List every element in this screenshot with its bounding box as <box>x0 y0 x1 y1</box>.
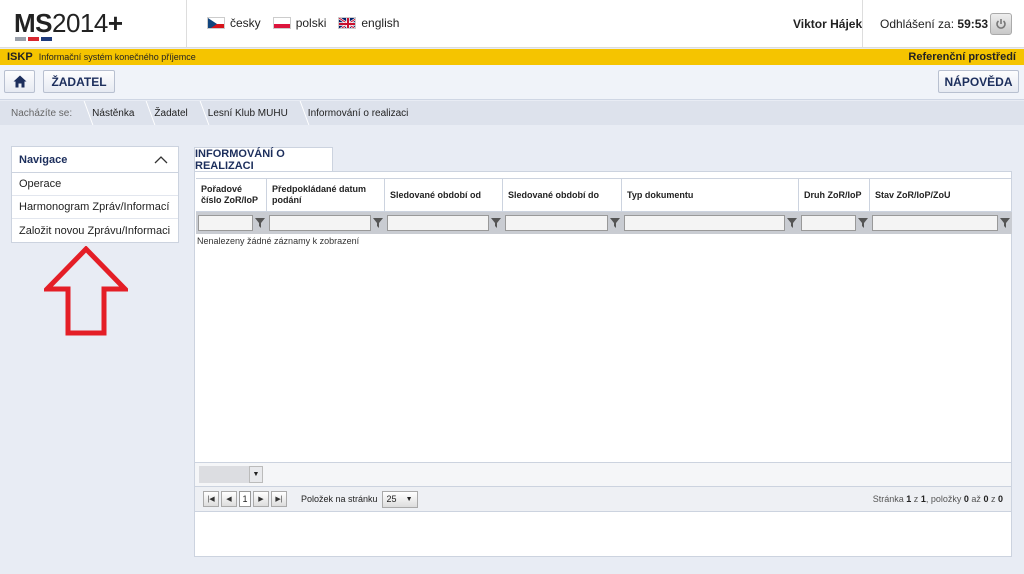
nav-item-harmonogram[interactable]: Harmonogram Zpráv/Informací <box>12 196 178 219</box>
filter-cell <box>385 215 503 231</box>
prev-page-button[interactable]: ◀ <box>221 491 237 507</box>
column-header[interactable]: Sledované období od <box>385 179 503 211</box>
filter-input[interactable] <box>269 215 371 231</box>
table-header: Pořadové číslo ZoR/IoP Předpokládané dat… <box>196 178 1012 212</box>
per-page-label: Položek na stránku <box>301 494 378 504</box>
top-header: MS2014+ česky polski english Viktor Háje… <box>0 0 1024 48</box>
flag-pl-icon <box>272 17 291 29</box>
lang-polish[interactable]: polski <box>272 16 326 30</box>
power-icon <box>996 19 1006 29</box>
header-divider <box>186 0 187 48</box>
column-header[interactable]: Stav ZoR/IoP/ZoU <box>870 179 1012 211</box>
navigation-panel: Navigace Operace Harmonogram Zpráv/Infor… <box>11 146 179 243</box>
first-page-button[interactable]: |◀ <box>203 491 219 507</box>
column-header[interactable]: Předpokládané datum podání <box>267 179 385 211</box>
pagination-bar: |◀ ◀ 1 ▶ ▶| Položek na stránku 25 ▼ Strá… <box>195 486 1011 512</box>
lang-czech[interactable]: česky <box>207 16 261 30</box>
nav-item-zalozit-zpravu[interactable]: Založit novou Zprávu/Informaci <box>12 219 178 242</box>
per-page-select[interactable]: 25 ▼ <box>381 490 418 508</box>
filter-icon[interactable] <box>610 218 620 228</box>
filter-icon[interactable] <box>373 218 383 228</box>
nav-item-operace[interactable]: Operace <box>12 173 178 196</box>
breadcrumb-item[interactable]: Žadatel <box>144 101 197 125</box>
main-toolbar: ŽADATEL NÁPOVĚDA <box>0 65 1024 100</box>
breadcrumb-current: Informování o realizaci <box>298 101 419 125</box>
lang-english[interactable]: english <box>338 16 399 30</box>
column-header[interactable]: Pořadové číslo ZoR/IoP <box>196 179 267 211</box>
filter-input[interactable] <box>872 215 998 231</box>
home-icon <box>13 75 26 88</box>
filter-icon[interactable] <box>1000 218 1010 228</box>
page-number[interactable]: 1 <box>239 491 251 507</box>
per-page-value: 25 <box>386 494 397 504</box>
system-bar: ISKP Informační systém konečného příjemc… <box>0 49 1024 65</box>
filter-cell <box>267 215 385 231</box>
next-page-icon: ▶ <box>258 496 264 503</box>
pagination-info: Stránka 1 z 1, položky 0 až 0 z 0 <box>872 494 1003 504</box>
red-arrow-up-icon <box>44 246 128 336</box>
logout-button[interactable] <box>990 13 1012 35</box>
column-header[interactable]: Sledované období do <box>503 179 622 211</box>
help-button[interactable]: NÁPOVĚDA <box>938 70 1019 93</box>
empty-message: Nenalezeny žádné záznamy k zobrazení <box>197 236 360 246</box>
zadatel-button[interactable]: ŽADATEL <box>43 70 115 93</box>
navigation-header[interactable]: Navigace <box>12 147 178 173</box>
breadcrumb-label: Nacházíte se: <box>11 107 73 119</box>
filter-cell <box>799 215 870 231</box>
system-code: ISKP <box>7 51 33 63</box>
logout-timer: Odhlášení za: 59:53 <box>880 17 989 31</box>
logo-color-bars <box>15 37 52 41</box>
chevron-up-icon <box>154 155 168 163</box>
records-table: Pořadové číslo ZoR/IoP Předpokládané dat… <box>196 178 1012 248</box>
column-select-field <box>199 466 249 483</box>
last-page-icon: ▶| <box>275 496 283 503</box>
filter-input[interactable] <box>198 215 253 231</box>
filter-row <box>196 212 1012 234</box>
column-header[interactable]: Druh ZoR/IoP <box>799 179 870 211</box>
filter-icon[interactable] <box>491 218 501 228</box>
filter-icon[interactable] <box>255 218 265 228</box>
navigation-title: Navigace <box>19 153 68 166</box>
dropdown-arrow-icon: ▼ <box>249 466 263 483</box>
next-page-button[interactable]: ▶ <box>253 491 269 507</box>
filter-input[interactable] <box>387 215 489 231</box>
flag-uk-icon <box>338 17 357 29</box>
filter-cell <box>622 215 799 231</box>
home-button[interactable] <box>4 70 35 93</box>
filter-icon[interactable] <box>858 218 868 228</box>
filter-cell <box>870 215 1012 231</box>
breadcrumb-item[interactable]: Nástěnka <box>82 101 144 125</box>
environment-label: Referenční prostředí <box>908 51 1016 63</box>
flag-cz-icon <box>207 17 225 29</box>
filter-cell <box>196 215 267 231</box>
grouping-bar: ▼ <box>195 462 1011 486</box>
records-panel: Pořadové číslo ZoR/IoP Předpokládané dat… <box>194 171 1012 557</box>
last-page-button[interactable]: ▶| <box>271 491 287 507</box>
column-select[interactable]: ▼ <box>199 466 263 483</box>
ms2014-logo[interactable]: MS2014+ <box>14 8 123 39</box>
breadcrumb: Nacházíte se: Nástěnka Žadatel Lesní Klu… <box>0 101 1024 125</box>
filter-input[interactable] <box>505 215 608 231</box>
filter-cell <box>503 215 622 231</box>
column-header[interactable]: Typ dokumentu <box>622 179 799 211</box>
user-name[interactable]: Viktor Hájek <box>793 17 862 31</box>
filter-input[interactable] <box>624 215 785 231</box>
header-divider <box>862 0 863 48</box>
tab-informovani[interactable]: INFORMOVÁNÍ O REALIZACI <box>194 147 333 172</box>
filter-icon[interactable] <box>787 218 797 228</box>
prev-page-icon: ◀ <box>226 496 232 503</box>
first-page-icon: |◀ <box>207 496 215 503</box>
filter-input[interactable] <box>801 215 856 231</box>
language-switcher: česky polski english <box>207 16 399 30</box>
chevron-down-icon: ▼ <box>405 495 413 503</box>
system-name: Informační systém konečného příjemce <box>38 52 196 62</box>
breadcrumb-item[interactable]: Lesní Klub MUHU <box>198 101 298 125</box>
